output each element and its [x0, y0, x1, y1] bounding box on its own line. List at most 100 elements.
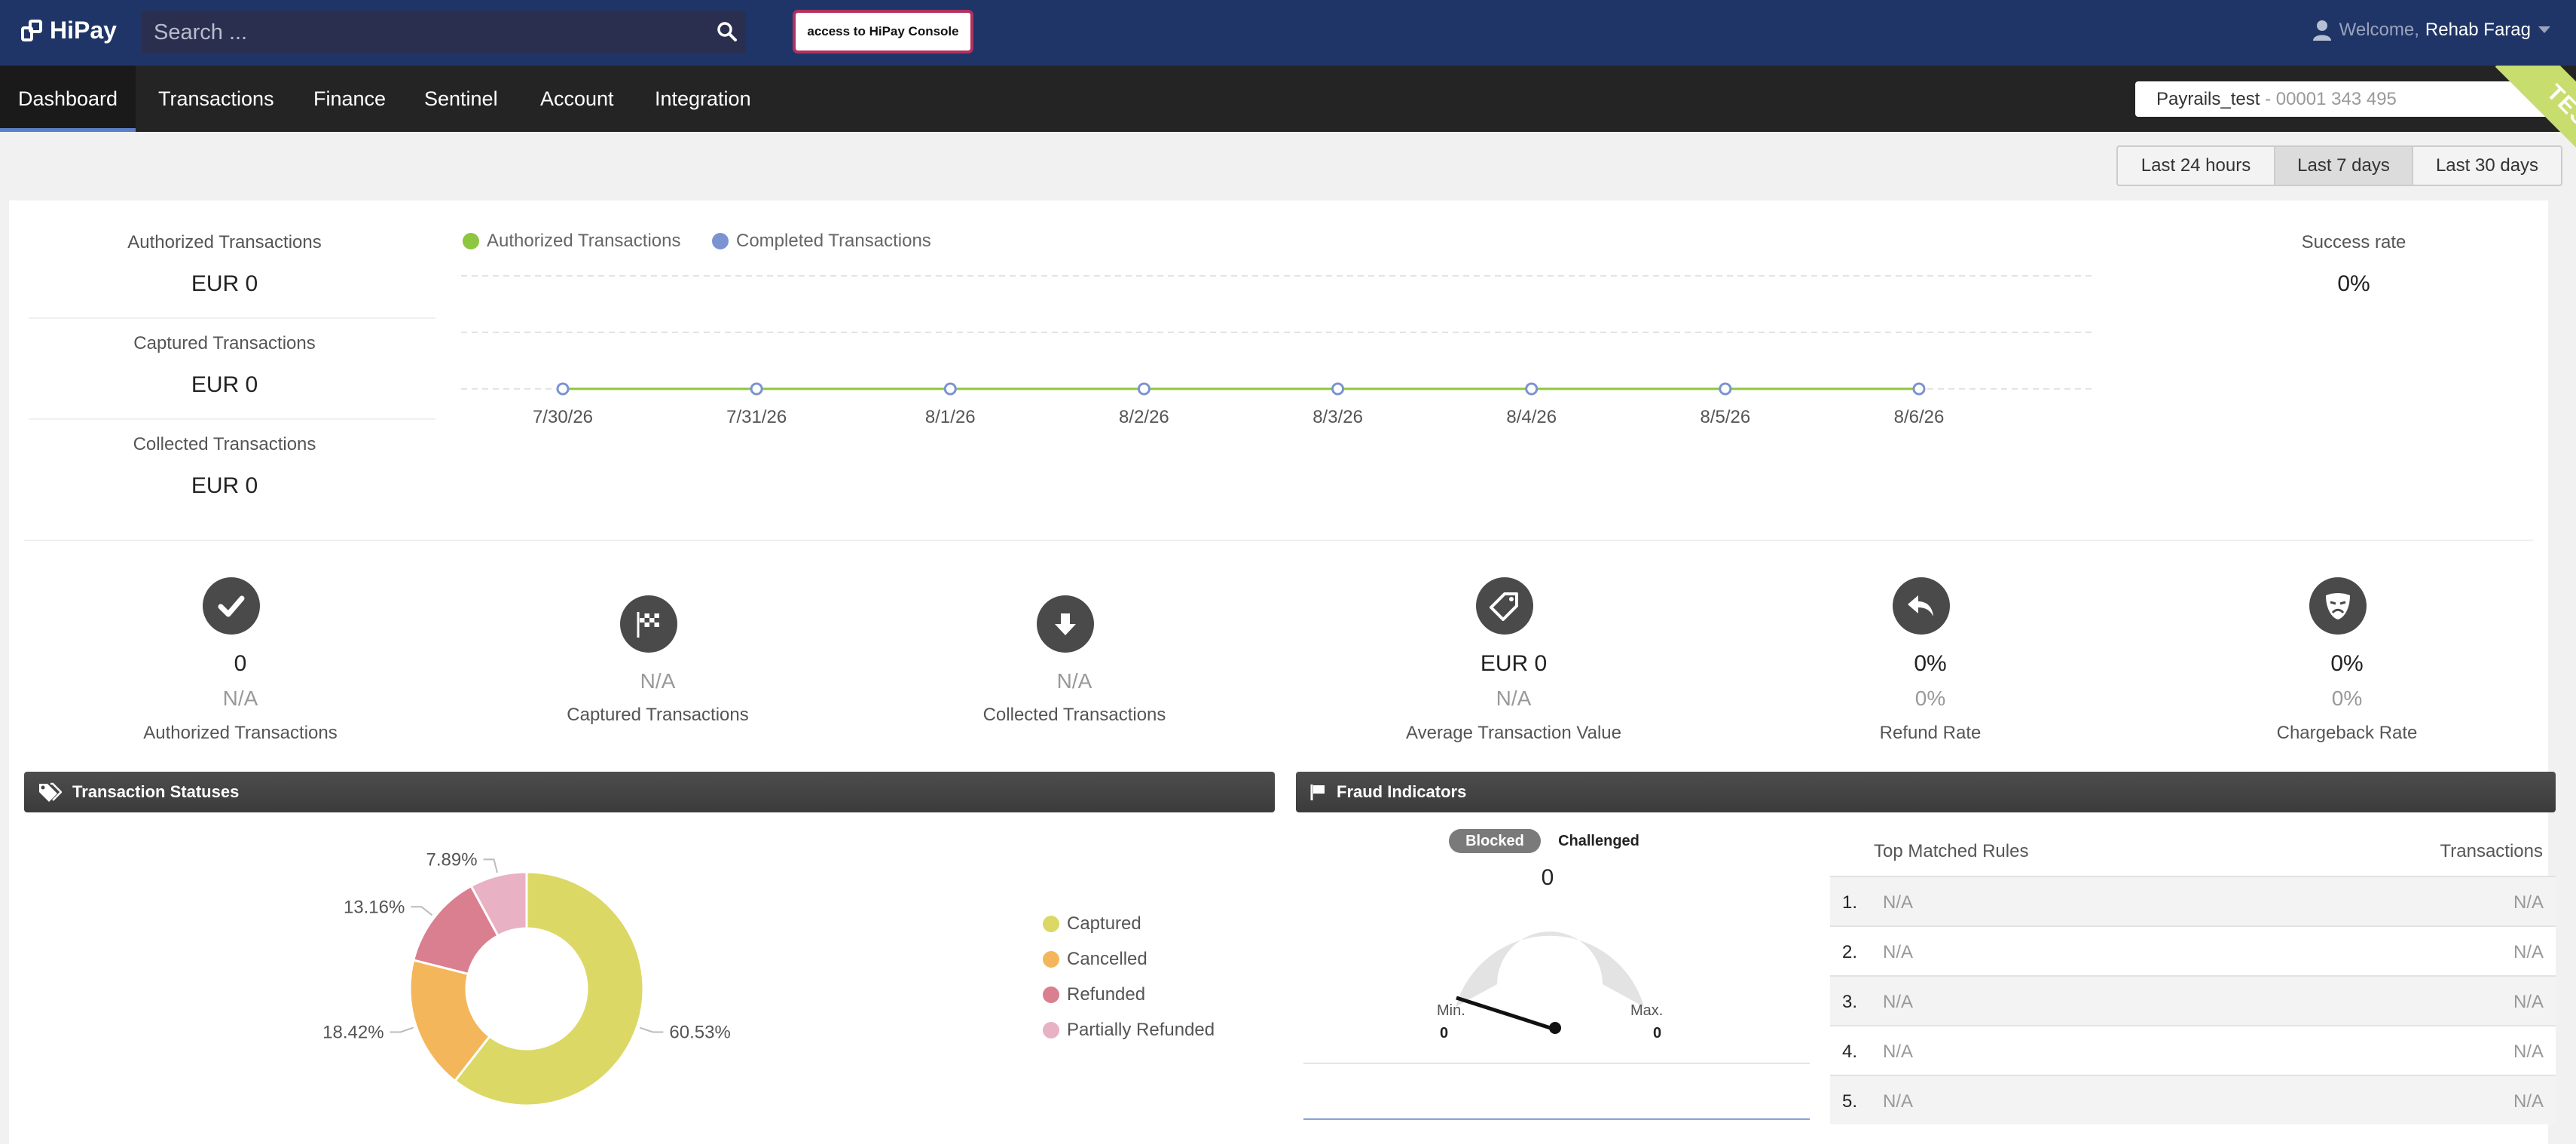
transaction-statuses-donut-chart: 60.53% 18.42% 13.16% 7.89% — [322, 849, 731, 1107]
transactions-header: Transactions — [2440, 841, 2544, 861]
nav-item-transactions[interactable]: Transactions — [158, 66, 274, 132]
gauge-footer-line — [1303, 1118, 1810, 1120]
rule-row[interactable]: 4. N/A N/A — [1830, 1025, 2556, 1075]
nav-item-sentinel[interactable]: Sentinel — [424, 66, 498, 132]
legend-dot — [712, 233, 729, 249]
gauge-max-value: 0 — [1653, 1025, 1662, 1042]
nav-item-account[interactable]: Account — [540, 66, 614, 132]
legend-label: Completed Transactions — [736, 231, 931, 251]
x-tick-label: 8/5/26 — [1700, 407, 1750, 427]
kpi-authorized-sub: N/A — [222, 687, 258, 710]
rule-name: N/A — [1883, 942, 1914, 962]
legend-dot — [1043, 986, 1059, 1003]
rule-row[interactable]: 5. N/A N/A — [1830, 1075, 2556, 1124]
search-icon[interactable] — [716, 20, 738, 43]
rule-row[interactable]: 2. N/A N/A — [1830, 925, 2556, 975]
data-point[interactable] — [1912, 382, 1926, 396]
tab-challenged[interactable]: Challenged — [1551, 829, 1647, 853]
rule-name: N/A — [1883, 1042, 1914, 1062]
pie-legend-cancelled[interactable]: Cancelled — [1043, 949, 1147, 970]
kpi-chargeback-value: 0% — [2330, 651, 2364, 676]
range-last-30-days[interactable]: Last 30 days — [2412, 145, 2562, 186]
panel-title: Fraud Indicators — [1337, 782, 1467, 801]
x-tick-label: 7/31/26 — [726, 407, 787, 427]
x-tick-label: 8/1/26 — [925, 407, 976, 427]
kpi-refund-sub: 0% — [1914, 687, 1946, 710]
legend-completed[interactable]: Completed Transactions — [712, 231, 931, 252]
rule-count: N/A — [2513, 1091, 2544, 1112]
data-point[interactable] — [1719, 382, 1732, 396]
data-point[interactable] — [1525, 382, 1539, 396]
kpi-average-sub: N/A — [1496, 687, 1532, 710]
legend-dot — [1043, 1022, 1059, 1038]
rule-count: N/A — [2513, 1042, 2544, 1062]
rule-index: 4. — [1842, 1042, 1858, 1062]
nav-item-dashboard[interactable]: Dashboard — [0, 66, 136, 132]
chevron-down-icon — [2538, 26, 2550, 33]
x-tick-label: 7/30/26 — [533, 407, 593, 427]
rule-row[interactable]: 1. N/A N/A — [1830, 876, 2556, 925]
range-last-7-days[interactable]: Last 7 days — [2274, 145, 2413, 186]
data-point[interactable] — [750, 382, 763, 396]
legend-label: Refunded — [1067, 984, 1146, 1005]
kpi-collected-label: Collected Transactions — [982, 705, 1166, 725]
x-tick-label: 8/4/26 — [1506, 407, 1557, 427]
rule-row[interactable]: 3. N/A N/A — [1830, 975, 2556, 1025]
tab-blocked[interactable]: Blocked — [1449, 829, 1541, 853]
checkered-flag-icon — [620, 595, 677, 653]
user-name: Rehab Farag — [2425, 20, 2531, 40]
nav-item-finance[interactable]: Finance — [313, 66, 386, 132]
pie-legend-partially-refunded[interactable]: Partially Refunded — [1043, 1020, 1215, 1041]
data-point[interactable] — [1331, 382, 1345, 396]
rule-name: N/A — [1883, 892, 1914, 913]
user-menu[interactable]: Welcome, Rehab Farag — [2312, 20, 2550, 41]
reply-arrow-icon — [1893, 577, 1950, 635]
data-point[interactable] — [1137, 382, 1150, 396]
rule-index: 1. — [1842, 892, 1858, 913]
logo-text: HiPay — [50, 17, 117, 44]
stat-divider — [29, 418, 435, 420]
x-tick-label: 8/6/26 — [1894, 407, 1945, 427]
slice-label: 18.42% — [322, 1022, 383, 1042]
kpi-captured-sub: N/A — [640, 669, 676, 693]
account-id: 00001 343 495 — [2275, 89, 2397, 109]
x-tick-label: 8/3/26 — [1312, 407, 1363, 427]
rule-index: 5. — [1842, 1091, 1858, 1112]
hipay-logo[interactable]: HiPay — [20, 17, 117, 44]
legend-authorized[interactable]: Authorized Transactions — [463, 231, 680, 252]
pie-legend-refunded[interactable]: Refunded — [1043, 984, 1145, 1005]
collected-label: Collected Transactions — [133, 434, 316, 454]
kpi-refund-value: 0% — [1914, 651, 1947, 676]
section-divider — [24, 540, 2533, 541]
gauge-max-label: Max. — [1630, 1002, 1664, 1019]
rule-count: N/A — [2513, 992, 2544, 1012]
slice-connector — [640, 1026, 664, 1033]
kpi-collected-sub: N/A — [1056, 669, 1092, 693]
price-tag-icon — [1476, 577, 1533, 635]
range-last-24-hours[interactable]: Last 24 hours — [2116, 145, 2275, 186]
collected-value: EUR 0 — [191, 473, 258, 498]
rule-index: 3. — [1842, 992, 1858, 1012]
slice-label: 60.53% — [669, 1022, 730, 1042]
kpi-authorized-value: 0 — [234, 651, 247, 676]
x-tick-label: 8/2/26 — [1119, 407, 1169, 427]
rule-count: N/A — [2513, 942, 2544, 962]
welcome-prefix: Welcome, — [2339, 20, 2419, 40]
search-input[interactable] — [142, 20, 684, 45]
legend-dot — [1043, 916, 1059, 932]
kpi-average-label: Average Transaction Value — [1406, 723, 1621, 743]
data-point[interactable] — [943, 382, 957, 396]
data-point[interactable] — [556, 382, 570, 396]
legend-label: Captured — [1067, 913, 1141, 934]
dashboard-card: Authorized Transactions EUR 0 Captured T… — [9, 200, 2556, 1144]
pie-legend-captured[interactable]: Captured — [1043, 913, 1141, 934]
rule-index: 2. — [1842, 942, 1858, 962]
panel-title: Transaction Statuses — [72, 782, 240, 801]
search-box — [142, 11, 746, 54]
rules-header: Top Matched Rules — [1874, 841, 2029, 861]
legend-label: Authorized Transactions — [487, 231, 681, 251]
hipay-console-button[interactable]: access to HiPay Console — [793, 10, 973, 54]
slice-connector — [411, 906, 433, 916]
nav-item-integration[interactable]: Integration — [655, 66, 751, 132]
legend-dot — [1043, 951, 1059, 968]
